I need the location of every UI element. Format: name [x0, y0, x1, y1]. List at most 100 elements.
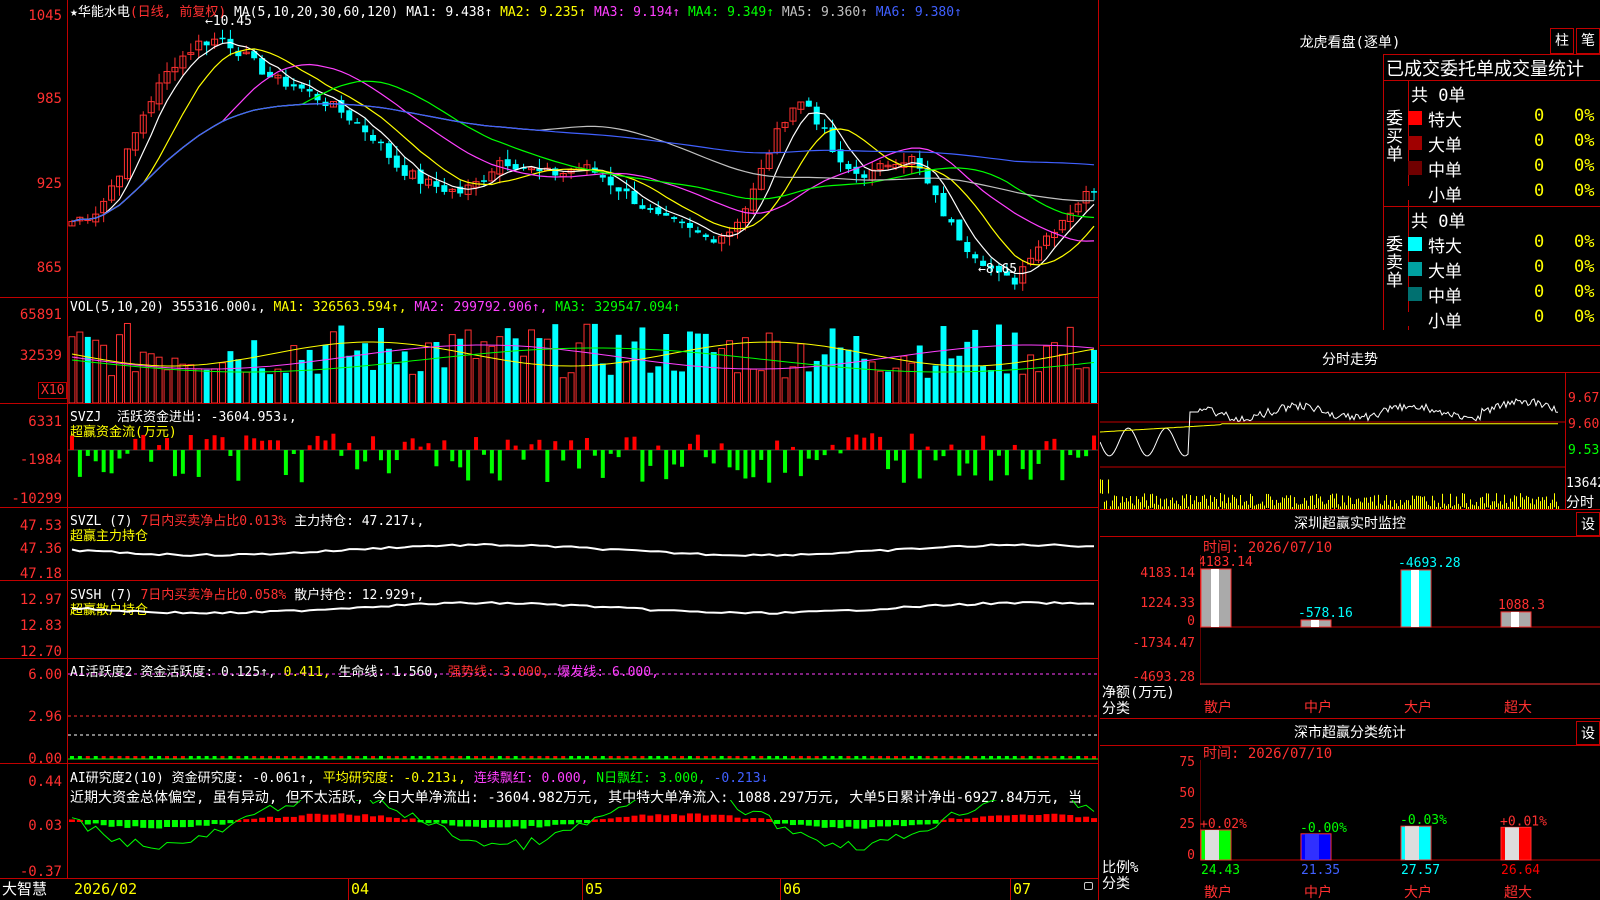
- volume-bar-down: [964, 341, 971, 403]
- candlestick-chart[interactable]: [68, 18, 1098, 297]
- ai2-research: 资金研究度: -0.061↑,: [171, 771, 315, 786]
- sz-class-axis-label: 25: [1179, 817, 1195, 832]
- fenshi-vol-bar: [1236, 498, 1237, 509]
- flow-bar-out: [466, 450, 471, 481]
- activity-chart: [68, 673, 1098, 760]
- flow-bar-in: [878, 436, 883, 450]
- flow-bar-out: [458, 450, 463, 468]
- candle-down: [599, 175, 606, 178]
- candle-down: [370, 135, 377, 141]
- research-bar: [362, 814, 369, 822]
- flow-bar-out: [481, 450, 486, 455]
- volume-bar-up: [139, 351, 147, 403]
- fenshi-vol-bar: [1140, 502, 1141, 509]
- lock-icon[interactable]: [1084, 882, 1093, 890]
- fenshi-vol-bar: [1512, 501, 1513, 509]
- fenshi-vol-bar: [1476, 501, 1477, 509]
- research-bar: [1059, 814, 1066, 822]
- fenshi-vol-bar: [1442, 493, 1443, 508]
- volume-bar-up: [789, 366, 797, 403]
- class-top: [1100, 718, 1600, 719]
- flow-bar-out: [965, 450, 970, 464]
- volume-bar-down: [647, 372, 654, 403]
- volume-bar-down: [322, 344, 329, 403]
- research-bar: [219, 820, 226, 825]
- fenshi-vol-bar: [1538, 496, 1539, 509]
- sz-class-settings-button[interactable]: 设: [1576, 721, 1600, 745]
- research-bar: [322, 814, 329, 822]
- svzl-axis-top: 47.53: [19, 518, 62, 534]
- volume-bar-up: [1035, 371, 1043, 403]
- volume-bar-up: [757, 370, 765, 403]
- sz-class-category: 散户: [1204, 885, 1232, 900]
- sz-class-axis-label: 75: [1179, 755, 1195, 770]
- research-bar: [1027, 815, 1034, 822]
- buy-order-color-swatch: [1408, 186, 1422, 200]
- sep-ai1: [0, 763, 1098, 764]
- sell-order-color-swatch: [1408, 287, 1422, 301]
- intraday-chart[interactable]: [1100, 372, 1565, 509]
- research-bar: [1035, 815, 1042, 822]
- x-axis-04: 04: [351, 880, 370, 898]
- longhu-tabs[interactable]: 已成交委托单成交量统计: [1386, 55, 1600, 81]
- research-chart: [68, 800, 1098, 851]
- flow-bar-out: [711, 450, 716, 464]
- volume-bar-down: [932, 365, 939, 403]
- research-bar: [774, 820, 781, 824]
- volume-bar-up: [472, 357, 480, 403]
- research-bar: [274, 817, 281, 822]
- research-bar: [702, 815, 709, 822]
- volume-bar-down: [702, 333, 709, 403]
- research-bar: [338, 813, 345, 822]
- fenshi-vol-bar: [1528, 496, 1529, 509]
- retail-holding-line: [71, 601, 1095, 615]
- research-bar: [797, 820, 804, 825]
- flow-bar-out: [640, 450, 645, 482]
- longhu-left: [1383, 54, 1384, 330]
- flow-bar-out: [149, 450, 154, 462]
- vol-unit-badge[interactable]: X10: [38, 382, 68, 399]
- fenshi-vol-bar: [1322, 501, 1323, 509]
- fenshi-vol-bar: [1176, 500, 1177, 509]
- research-bar: [330, 814, 337, 822]
- volume-bar-down: [346, 355, 353, 403]
- fenshi-vol-bar: [1138, 499, 1139, 509]
- volume-bar-up: [425, 342, 432, 403]
- sz-class-category: 超大: [1504, 885, 1532, 900]
- fenshi-vol-bar: [1252, 496, 1253, 509]
- volume-bar-down: [639, 327, 646, 403]
- fenshi-avg-line: [1100, 423, 1558, 433]
- volume-bar-up: [448, 334, 456, 403]
- flow-bar-out: [521, 450, 526, 460]
- fenshi-vol-bar: [1268, 494, 1269, 509]
- flow-bar-out: [1028, 450, 1033, 480]
- volume-bar-up: [274, 368, 282, 403]
- flow-bar-in: [323, 440, 328, 450]
- fenshi-vol-bar: [1364, 497, 1365, 509]
- sell-order-percent: 0%: [1574, 257, 1595, 277]
- research-bar: [401, 819, 408, 822]
- fenshi-vol-bar: [1500, 501, 1501, 509]
- sz-class-category: 中户: [1304, 885, 1332, 900]
- sz-monitor-settings-button[interactable]: 设: [1576, 512, 1600, 536]
- volume-bar-down: [552, 324, 559, 403]
- volume-bar-down: [805, 371, 812, 403]
- fenshi-vol-bar: [1462, 493, 1463, 508]
- candle-down: [354, 122, 361, 124]
- volume-bar-up: [163, 369, 171, 403]
- bar-mode-button[interactable]: 柱: [1550, 28, 1574, 54]
- volume-bar-up: [868, 361, 876, 403]
- flow-bar-in: [513, 445, 518, 450]
- volume-bar-down: [378, 327, 384, 403]
- volume-bar-down: [282, 372, 289, 403]
- sell-order-name: 特大: [1428, 237, 1462, 257]
- main-right-border: [1098, 0, 1099, 900]
- sell-order-color-swatch: [1408, 312, 1422, 326]
- research-bar: [988, 815, 995, 822]
- research-bar: [1091, 818, 1098, 822]
- tick-mode-button[interactable]: 笔: [1576, 28, 1600, 54]
- main-holding-chart: [71, 542, 1094, 557]
- research-bar: [663, 815, 670, 822]
- research-bar: [314, 813, 321, 822]
- fenshi-vol-bar: [1342, 495, 1343, 509]
